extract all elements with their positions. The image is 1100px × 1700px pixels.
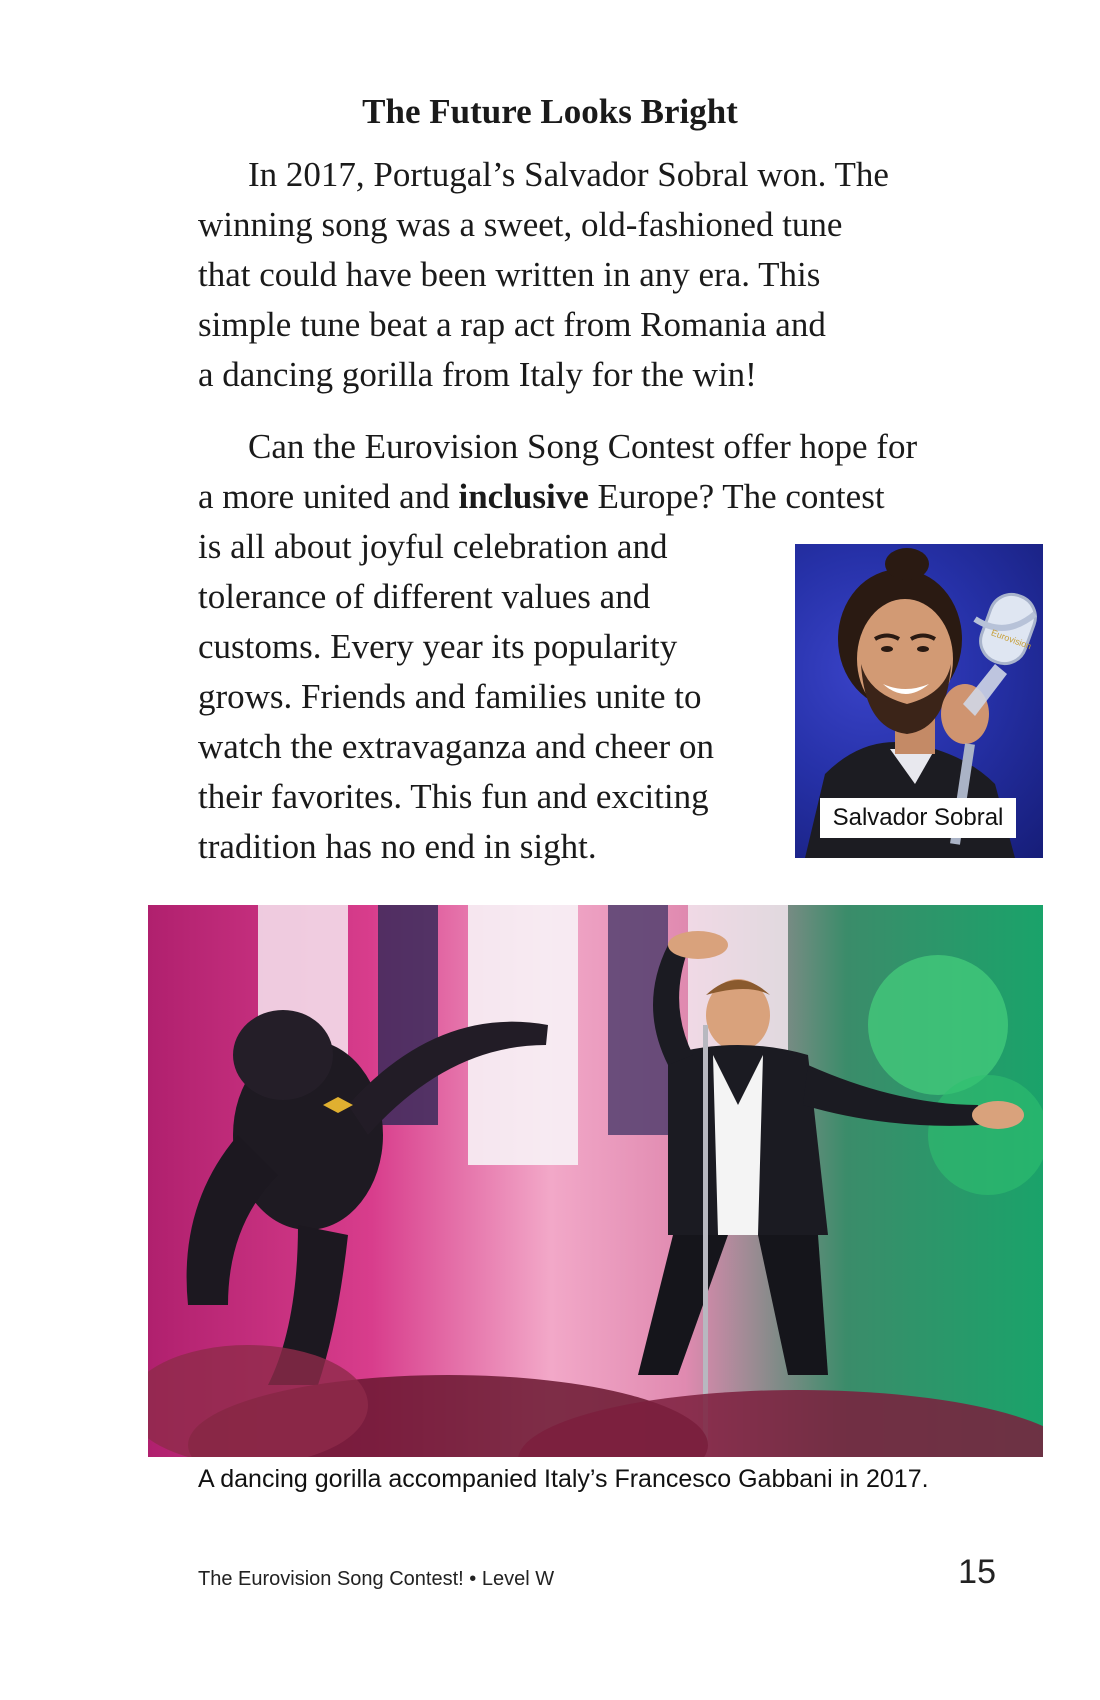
vocabulary-word-inclusive: inclusive — [458, 477, 589, 516]
book-page: The Future Looks Bright In 2017, Portuga… — [0, 0, 1100, 1700]
paragraph-1-line: simple tune beat a rap act from Romania … — [198, 305, 826, 344]
stage-illustration — [148, 905, 1043, 1457]
paragraph-1-line: winning song was a sweet, old-fashioned … — [198, 205, 843, 244]
paragraph-2-line: Can the Eurovision Song Contest offer ho… — [248, 427, 918, 466]
paragraph-1-line: a dancing gorilla from Italy for the win… — [198, 355, 757, 394]
paragraph-2-line: a more united and inclusive Europe? The … — [198, 472, 917, 522]
gorilla-performance-photo — [148, 905, 1043, 1457]
paragraph-1-line: that could have been written in any era.… — [198, 255, 821, 294]
paragraph-1: In 2017, Portugal’s Salvador Sobral won.… — [198, 150, 889, 400]
salvador-sobral-photo: Eurovision Salvador Sobral — [795, 544, 1043, 858]
footer-book-title: The Eurovision Song Contest! • Level W — [198, 1568, 555, 1590]
page-number: 15 — [958, 1553, 996, 1591]
paragraph-2-text: a more united and — [198, 477, 459, 516]
paragraph-1-line: In 2017, Portugal’s Salvador Sobral won.… — [248, 155, 889, 194]
paragraph-2-text: Europe? The contest — [588, 477, 885, 516]
section-heading: The Future Looks Bright — [362, 92, 738, 131]
gorilla-photo-caption: A dancing gorilla accompanied Italy’s Fr… — [198, 1465, 929, 1493]
salvador-caption: Salvador Sobral — [820, 798, 1016, 838]
